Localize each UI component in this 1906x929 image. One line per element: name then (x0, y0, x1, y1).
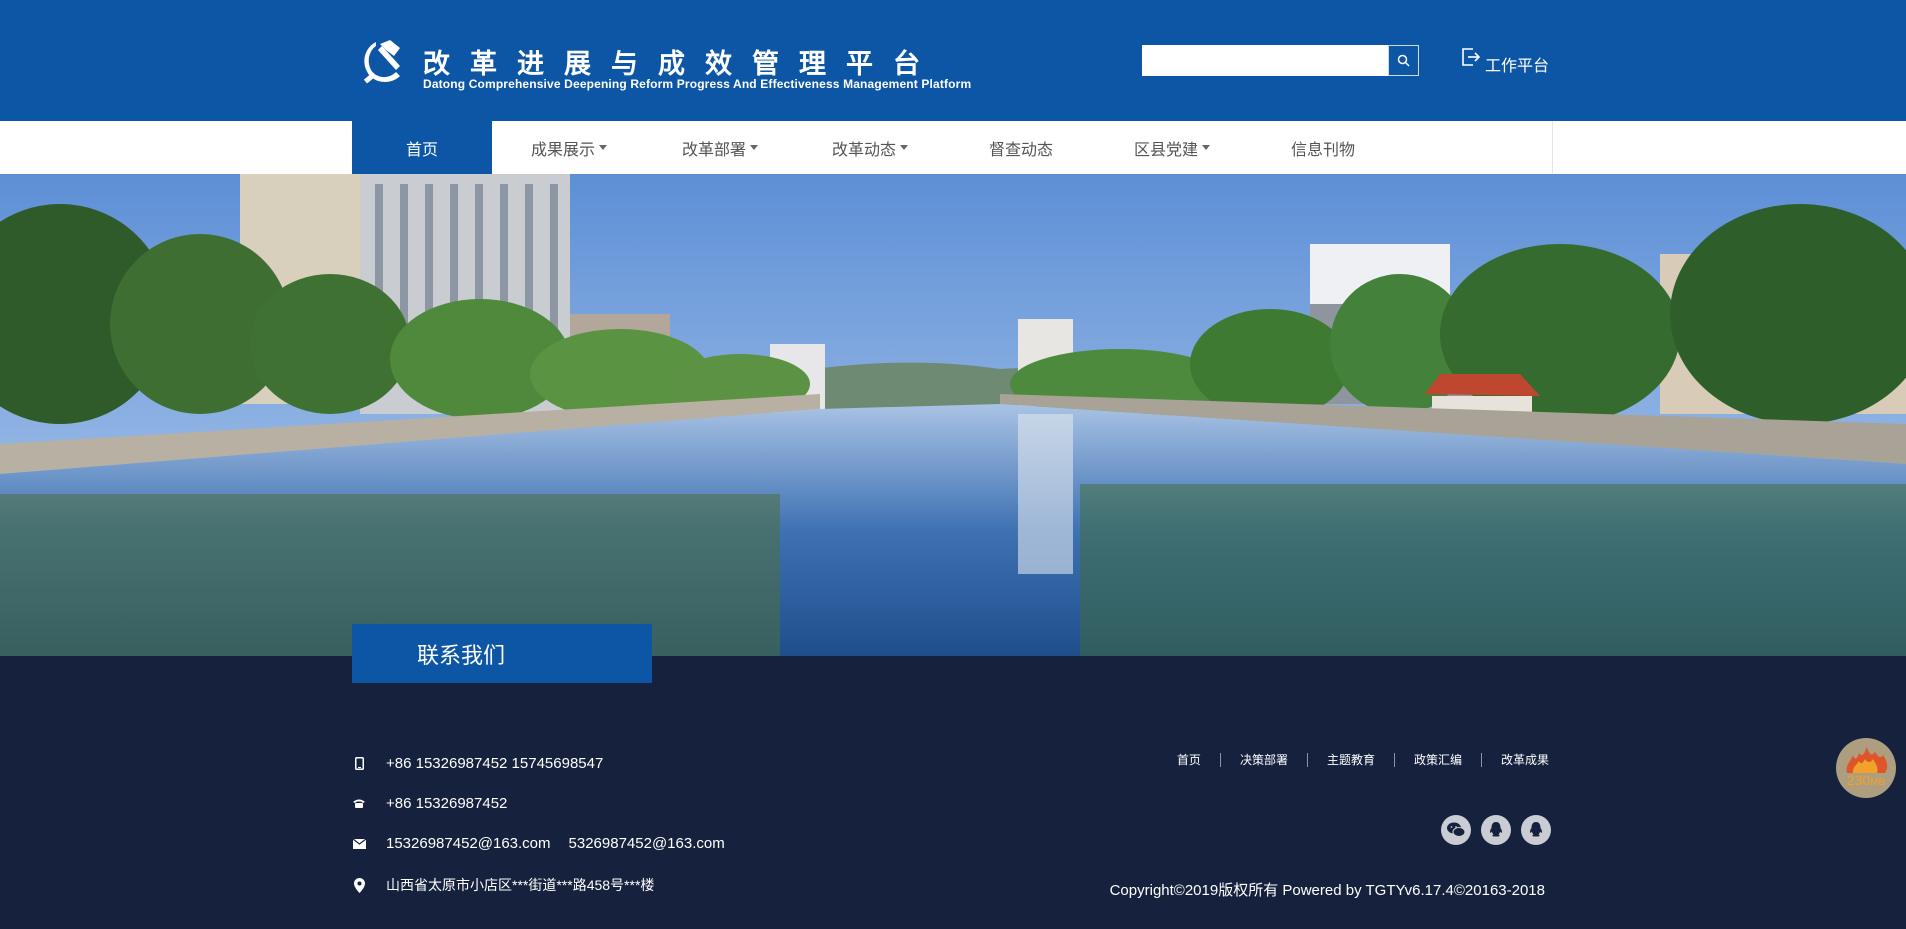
nav-item-party-building[interactable]: 区县党建 (1096, 121, 1248, 174)
footer-link-decisions[interactable]: 决策部署 (1221, 751, 1307, 768)
nav-item-label: 改革动态 (831, 141, 896, 159)
nav-item-label: 区县党建 (1133, 141, 1198, 159)
mobile-icon (352, 756, 366, 772)
contact-email: 15326987452@163.com 5326987452@163.com (352, 835, 725, 852)
chevron-down-icon (900, 145, 908, 150)
exit-icon (1462, 48, 1481, 66)
nav-item-label: 首页 (405, 141, 438, 159)
contact-email-2[interactable]: 5326987452@163.com (569, 835, 725, 852)
footer-links: 首页 决策部署 主题教育 政策汇编 改革成果 (1158, 751, 1549, 768)
contact-phone: +86 15326987452 (352, 795, 507, 812)
copyright-text: Copyright©2019版权所有 Powered by TGTYv6.17.… (1109, 882, 1545, 899)
memory-value: 230 (1846, 772, 1871, 788)
mail-icon (352, 836, 366, 852)
site-footer (0, 656, 1906, 929)
qq-icon (1529, 822, 1543, 837)
footer-link-theme-education[interactable]: 主题教育 (1308, 751, 1394, 768)
workbench-link[interactable]: 工作平台 (1461, 46, 1549, 76)
nav-item-inspection[interactable]: 督查动态 (946, 121, 1096, 174)
footer-link-home[interactable]: 首页 (1158, 751, 1220, 768)
workbench-label: 工作平台 (1485, 58, 1550, 75)
contact-us-heading: 联系我们 (352, 624, 652, 683)
banner-image (0, 174, 1906, 656)
party-emblem-logo (363, 40, 400, 84)
memory-widget[interactable]: 230MB (1836, 738, 1896, 798)
contact-address-text: 山西省太原市小店区***街道***路458号***楼 (386, 877, 655, 893)
site-subtitle: Datong Comprehensive Deepening Reform Pr… (423, 77, 972, 91)
qq-button[interactable] (1481, 815, 1511, 845)
chevron-down-icon (599, 145, 607, 150)
site-header: 改革进展与成效管理平台 Datong Comprehensive Deepeni… (0, 0, 1906, 121)
phone-icon (352, 796, 366, 812)
memory-unit: MB (1870, 777, 1886, 788)
site-title: 改革进展与成效管理平台 (423, 49, 940, 79)
nav-item-reform-news[interactable]: 改革动态 (794, 121, 946, 174)
contact-mobile: +86 15326987452 15745698547 (352, 755, 603, 772)
nav-item-home[interactable]: 首页 (352, 121, 492, 174)
contact-us-title: 联系我们 (417, 642, 506, 668)
memory-readout: 230MB (1847, 773, 1885, 790)
search-button[interactable] (1388, 45, 1419, 76)
qq-button[interactable] (1521, 815, 1551, 845)
footer-link-results[interactable]: 改革成果 (1482, 751, 1549, 768)
footer-link-policies[interactable]: 政策汇编 (1395, 751, 1481, 768)
search-icon (1397, 54, 1410, 67)
chevron-down-icon (1202, 145, 1210, 150)
location-icon (352, 877, 366, 893)
main-nav: 首页 成果展示 改革部署 改革动态 督查动态 区县党建 信息刊物 (0, 121, 1906, 174)
nav-item-publications[interactable]: 信息刊物 (1248, 121, 1398, 174)
contact-address: 山西省太原市小店区***街道***路458号***楼 (352, 875, 654, 895)
contact-phone-text: +86 15326987452 (386, 795, 508, 812)
qq-icon (1489, 822, 1503, 837)
nav-item-achievements[interactable]: 成果展示 (492, 121, 646, 174)
search-input[interactable] (1142, 45, 1388, 76)
chevron-down-icon (750, 145, 758, 150)
wechat-icon (1447, 822, 1466, 837)
nav-item-label: 成果展示 (530, 141, 595, 159)
nav-item-label: 督查动态 (988, 141, 1053, 159)
nav-item-deployment[interactable]: 改革部署 (646, 121, 794, 174)
contact-email-1[interactable]: 15326987452@163.com (386, 835, 551, 852)
nav-item-label: 改革部署 (681, 141, 746, 159)
flame-icon (1846, 747, 1888, 773)
contact-mobile-text: +86 15326987452 15745698547 (386, 755, 604, 772)
wechat-button[interactable] (1441, 815, 1471, 845)
nav-item-label: 信息刊物 (1290, 141, 1355, 159)
